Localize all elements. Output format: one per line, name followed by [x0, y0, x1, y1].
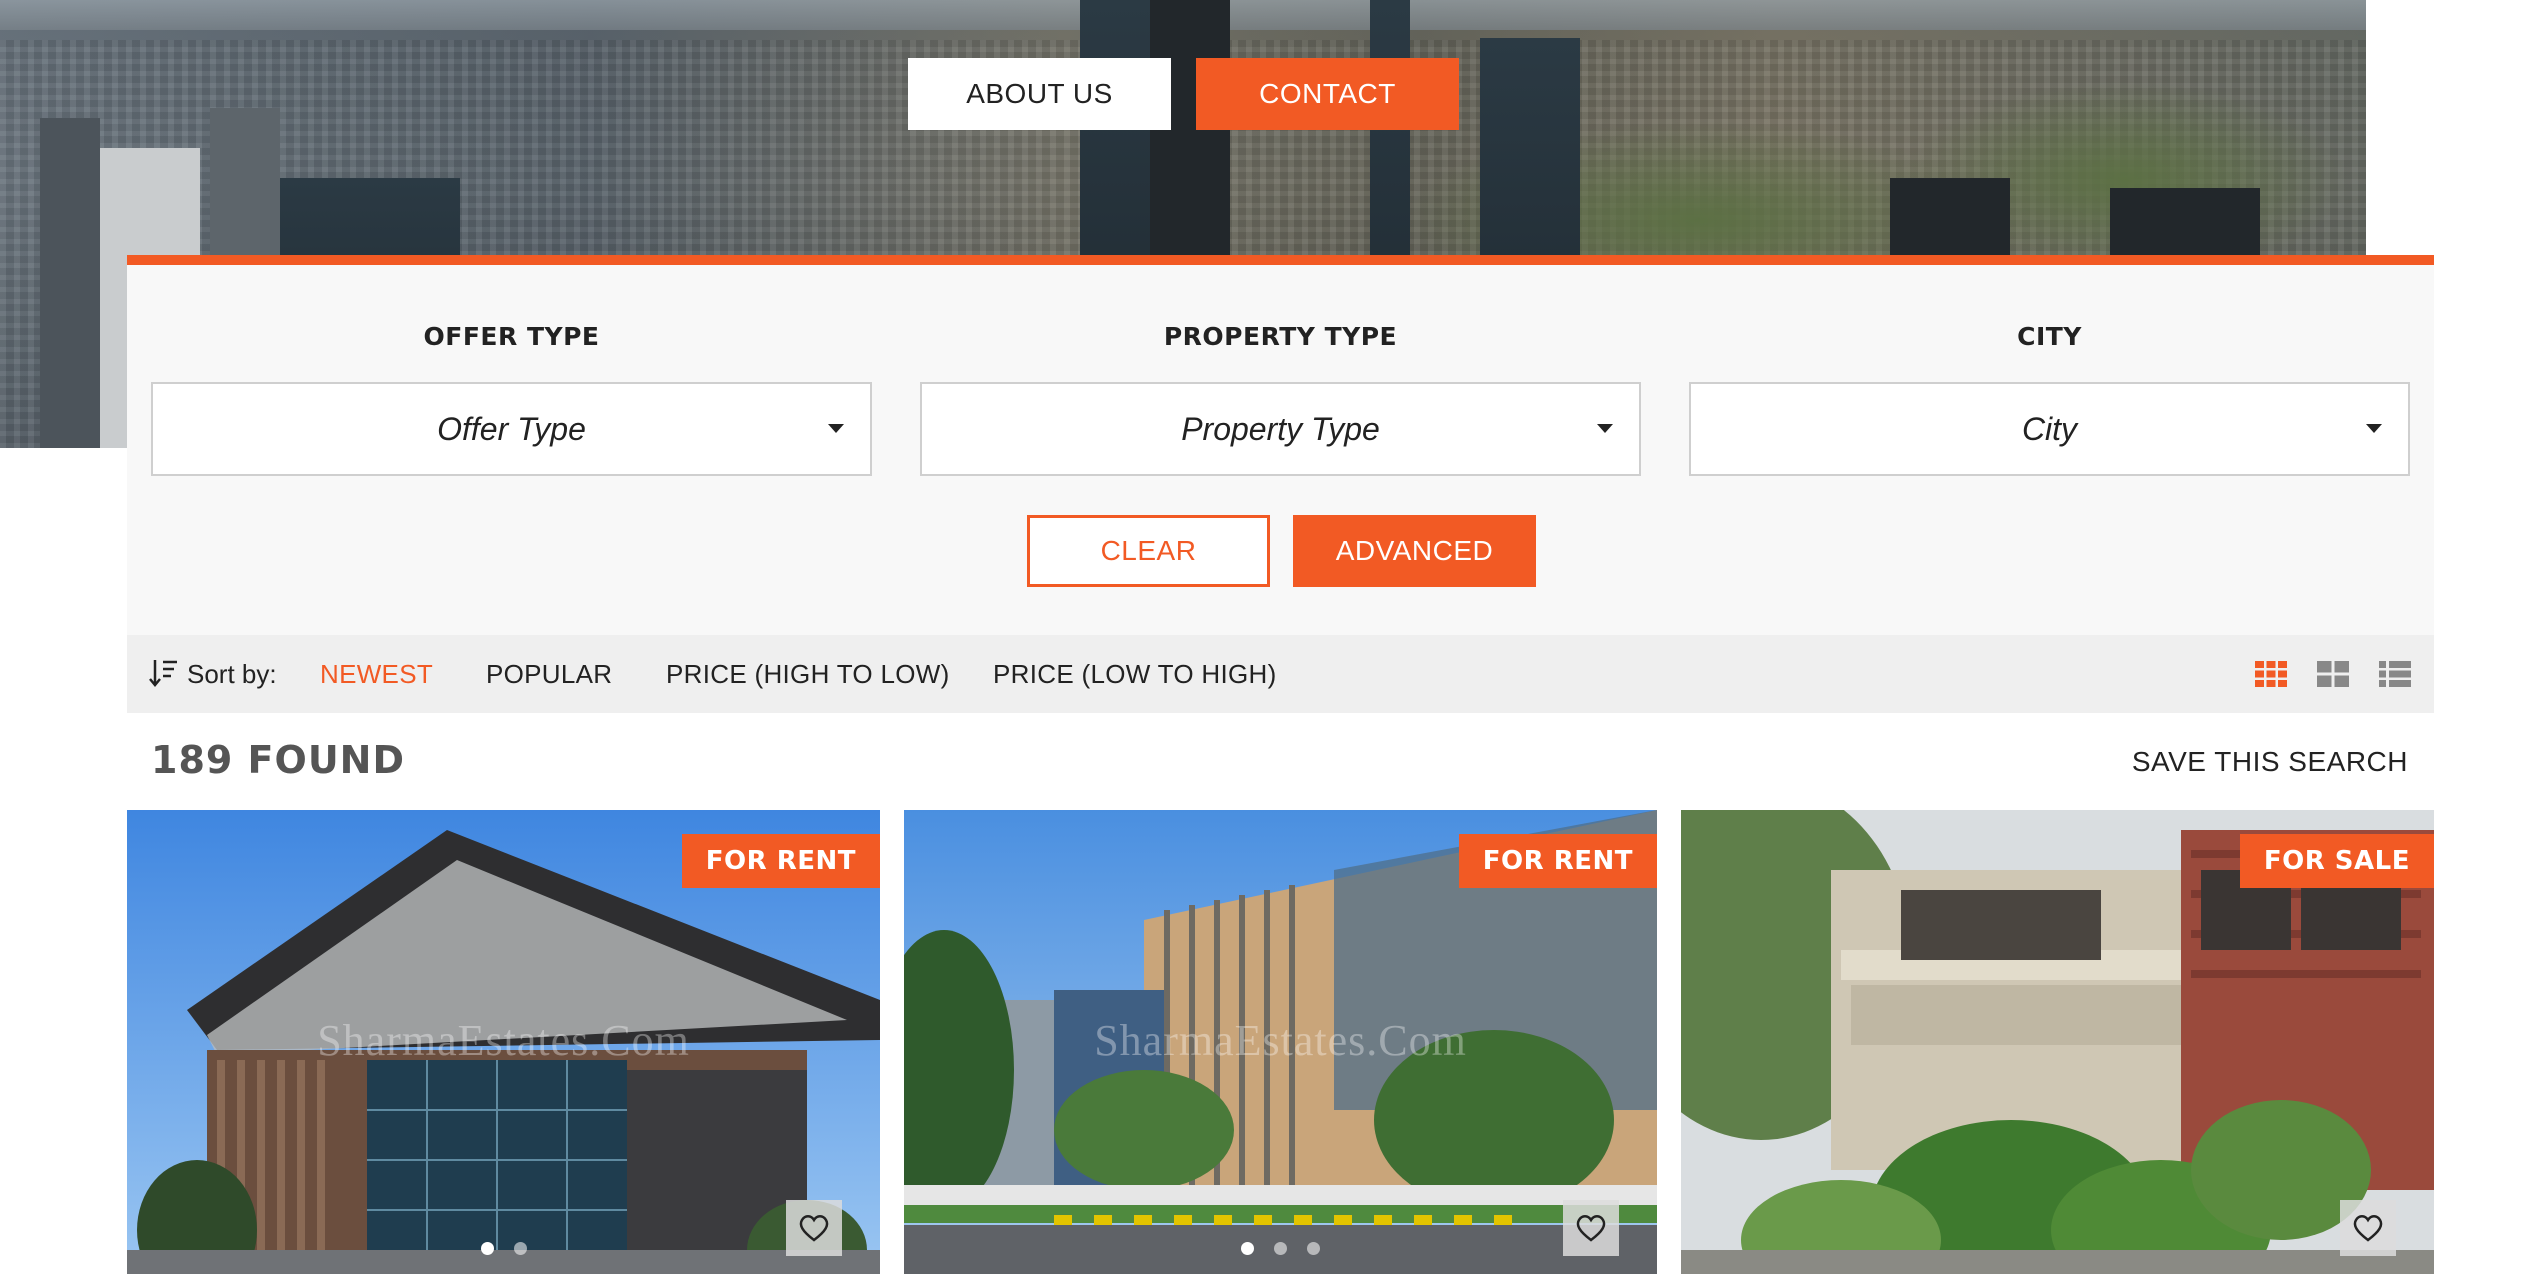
grid-3-icon[interactable] — [2255, 661, 2287, 687]
sort-by-label: Sort by: — [187, 658, 277, 689]
save-search-link[interactable]: SAVE THIS SEARCH — [2132, 746, 2408, 778]
heart-icon — [1576, 1215, 1606, 1242]
city-select[interactable]: City — [1689, 382, 2410, 476]
favorite-button[interactable] — [2340, 1200, 2396, 1256]
advanced-button[interactable]: ADVANCED — [1293, 515, 1536, 587]
offer-type-value: Offer Type — [437, 410, 586, 447]
listing-card[interactable]: SharmaEstates.Com FOR RENT — [904, 810, 1657, 1274]
sort-price-high-low[interactable]: PRICE (HIGH TO LOW) — [666, 659, 950, 690]
heart-icon — [2353, 1215, 2383, 1242]
sort-price-low-high[interactable]: PRICE (LOW TO HIGH) — [993, 659, 1277, 690]
offer-type-label: OFFER TYPE — [423, 322, 600, 351]
property-type-label: PROPERTY TYPE — [1163, 322, 1398, 351]
slide-dot[interactable] — [1241, 1242, 1254, 1255]
caret-down-icon — [828, 424, 844, 433]
offer-type-select[interactable]: Offer Type — [151, 382, 872, 476]
status-badge: FOR RENT — [681, 834, 880, 888]
clear-button[interactable]: CLEAR — [1027, 515, 1270, 587]
watermark-text: SharmaEstates.Com — [1094, 1016, 1467, 1065]
search-panel: OFFER TYPE Offer Type PROPERTY TYPE Prop… — [127, 255, 2434, 635]
slide-dots — [904, 1242, 1657, 1255]
sort-popular[interactable]: POPULAR — [486, 659, 612, 690]
watermark-text: SharmaEstates.Com — [317, 1016, 690, 1065]
sort-newest[interactable]: NEWEST — [320, 659, 433, 690]
list-icon[interactable] — [2379, 661, 2411, 687]
slide-dot[interactable] — [1274, 1242, 1287, 1255]
slide-dots — [127, 1242, 880, 1255]
listing-card[interactable]: FOR SALE — [1681, 810, 2434, 1274]
contact-button[interactable]: CONTACT — [1196, 58, 1459, 130]
about-us-button[interactable]: ABOUT US — [908, 58, 1171, 130]
status-badge: FOR SALE — [2239, 834, 2434, 888]
slide-dot[interactable] — [1307, 1242, 1320, 1255]
slide-dot[interactable] — [480, 1242, 494, 1255]
sort-bar: Sort by: NEWEST POPULAR PRICE (HIGH TO L… — [127, 635, 2434, 713]
city-label: CITY — [2017, 322, 2082, 351]
property-type-value: Property Type — [1181, 410, 1380, 447]
sort-icon — [149, 660, 177, 687]
property-type-select[interactable]: Property Type — [920, 382, 1641, 476]
caret-down-icon — [1597, 424, 1613, 433]
results-count: 189 FOUND — [151, 738, 406, 782]
grid-2-icon[interactable] — [2317, 661, 2349, 687]
slide-dot[interactable] — [513, 1242, 527, 1255]
listing-card[interactable]: SharmaEstates.Com FOR RENT — [127, 810, 880, 1274]
status-badge: FOR RENT — [1458, 834, 1657, 888]
caret-down-icon — [2366, 424, 2382, 433]
heart-icon — [799, 1215, 829, 1242]
city-value: City — [2021, 410, 2078, 447]
